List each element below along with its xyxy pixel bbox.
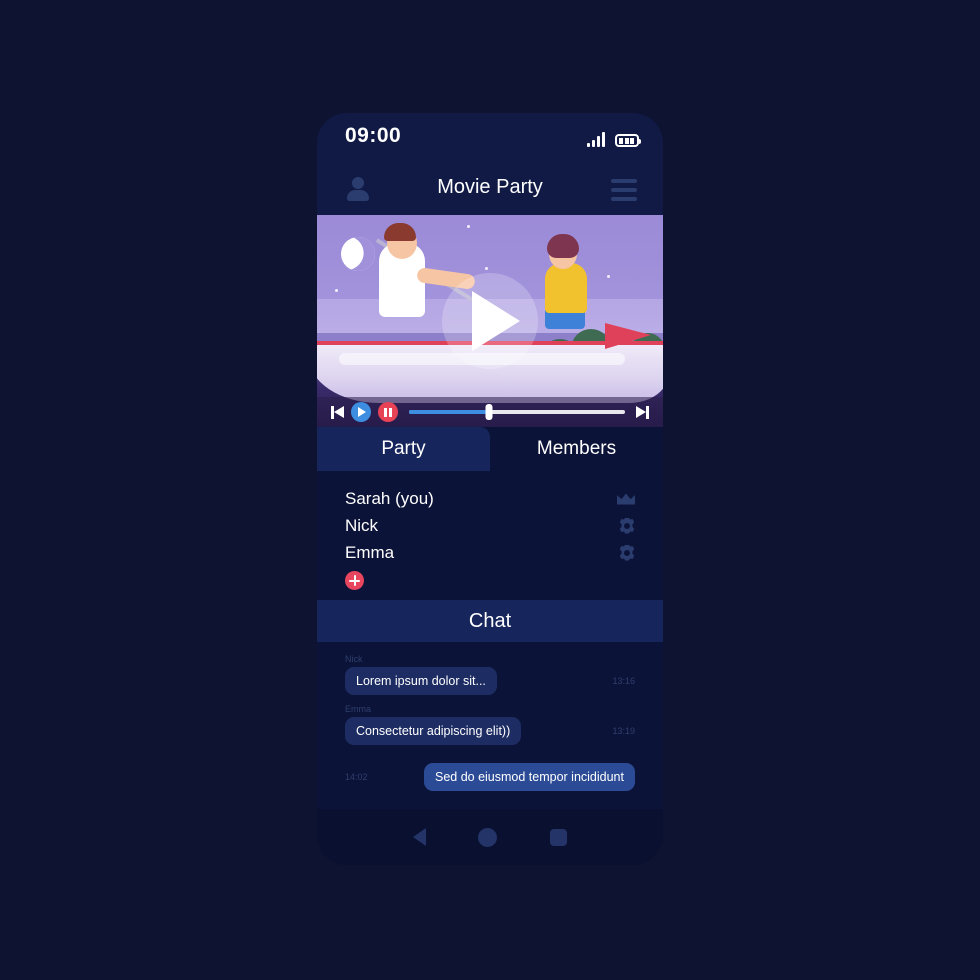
gear-icon[interactable] — [619, 545, 635, 561]
star — [467, 225, 470, 228]
message-row: Consectetur adipiscing elit)) 13:19 — [345, 717, 635, 745]
skip-next-icon[interactable] — [636, 405, 649, 419]
star — [485, 267, 488, 270]
message-bubble[interactable]: Lorem ipsum dolor sit... — [345, 667, 497, 695]
message-sender: Emma — [345, 704, 372, 714]
woman-hair — [547, 234, 579, 258]
video-player[interactable] — [317, 215, 663, 427]
message-row: 14:02 Sed do eiusmod tempor incididunt — [345, 763, 635, 791]
message-bubble[interactable]: Sed do eiusmod tempor incididunt — [423, 763, 635, 791]
moon-icon — [336, 232, 380, 276]
tab-bar: Party Members — [317, 427, 663, 471]
message-bubble[interactable]: Consectetur adipiscing elit)) — [345, 717, 522, 745]
phone-frame: 09:00 Movie Party Party Members Sarah (y… — [317, 113, 663, 865]
back-triangle-icon[interactable] — [413, 828, 427, 846]
pause-icon[interactable] — [378, 402, 398, 422]
list-item[interactable]: Emma — [345, 539, 635, 566]
play-overlay-icon[interactable] — [442, 273, 538, 369]
message-time: 13:19 — [612, 726, 635, 736]
message-sender: Nick — [345, 654, 363, 664]
list-item[interactable]: Nick — [345, 512, 635, 539]
status-bar: 09:00 — [317, 113, 663, 165]
message-time: 13:16 — [612, 676, 635, 686]
status-time: 09:00 — [345, 124, 402, 147]
member-name: Nick — [345, 515, 379, 535]
skip-previous-icon[interactable] — [331, 405, 344, 419]
android-nav-bar — [317, 809, 663, 865]
message-row: Lorem ipsum dolor sit... 13:16 — [345, 667, 635, 695]
member-name: Sarah (you) — [345, 488, 434, 508]
tab-members[interactable]: Members — [490, 427, 663, 471]
status-indicators — [587, 127, 641, 147]
progress-fill — [409, 410, 489, 414]
woman-figure — [545, 263, 587, 313]
tab-party[interactable]: Party — [317, 427, 490, 471]
play-icon[interactable] — [351, 402, 371, 422]
hamburger-menu-icon[interactable] — [611, 179, 637, 206]
battery-icon — [615, 134, 641, 147]
plus-circle-icon[interactable] — [345, 571, 364, 590]
progress-slider[interactable] — [409, 404, 625, 420]
gear-icon[interactable] — [619, 518, 635, 534]
app-header: Movie Party — [317, 165, 663, 215]
member-list: Sarah (you) Nick Emma — [317, 471, 663, 600]
star — [607, 275, 610, 278]
signal-bars-icon — [587, 132, 605, 147]
chat-messages: Nick Lorem ipsum dolor sit... 13:16 Emma… — [317, 642, 663, 802]
crown-icon — [617, 493, 635, 505]
progress-handle[interactable] — [485, 404, 493, 420]
player-controls — [317, 397, 663, 427]
man-hair — [384, 223, 416, 241]
star — [335, 289, 338, 292]
chat-header: Chat — [317, 600, 663, 642]
screenshot-root: 09:00 Movie Party Party Members Sarah (y… — [0, 0, 980, 980]
member-name: Emma — [345, 542, 395, 562]
list-item[interactable]: Sarah (you) — [345, 485, 635, 512]
home-circle-icon[interactable] — [478, 827, 498, 847]
message-time: 14:02 — [345, 772, 368, 782]
recents-square-icon[interactable] — [549, 828, 567, 846]
